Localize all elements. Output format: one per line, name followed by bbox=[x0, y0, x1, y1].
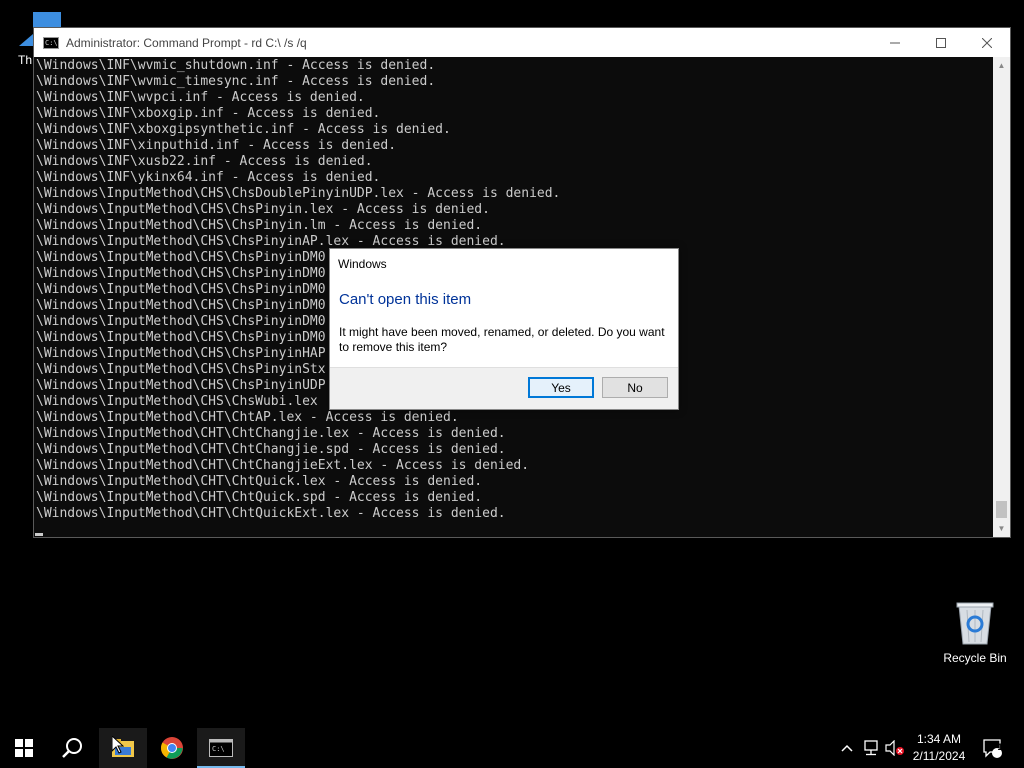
console-line: \Windows\INF\ykinx64.inf - Access is den… bbox=[36, 170, 381, 185]
recycle-bin-desktop-icon[interactable]: Recycle Bin bbox=[938, 600, 1012, 665]
recycle-bin-icon bbox=[956, 602, 994, 645]
close-icon bbox=[982, 37, 992, 48]
volume-button[interactable] bbox=[884, 728, 906, 768]
console-line: \Windows\InputMethod\CHS\ChsPinyin.lex -… bbox=[36, 202, 490, 217]
console-line: \Windows\InputMethod\CHT\ChtChangjie.spd… bbox=[36, 442, 506, 457]
console-line: \Windows\InputMethod\CHS\ChsDoublePinyin… bbox=[36, 186, 561, 201]
command-prompt-taskbar-button[interactable]: C:\ bbox=[197, 728, 245, 768]
clock-time: 1:34 AM bbox=[916, 732, 962, 746]
network-icon bbox=[864, 740, 878, 756]
cant-open-dialog[interactable]: Windows Can't open this item It might ha… bbox=[329, 248, 679, 410]
network-button[interactable] bbox=[860, 728, 882, 768]
scrollbar-thumb[interactable] bbox=[996, 501, 1007, 518]
scroll-down-arrow-icon[interactable]: ▼ bbox=[993, 520, 1010, 537]
vertical-scrollbar[interactable]: ▲ ▼ bbox=[993, 57, 1010, 537]
console-line: \Windows\InputMethod\CHT\ChtQuick.spd - … bbox=[36, 490, 483, 505]
recycle-bin-label: Recycle Bin bbox=[943, 651, 1007, 665]
dialog-title: Windows bbox=[338, 257, 387, 271]
yes-button[interactable]: Yes bbox=[528, 377, 594, 398]
dialog-message: It might have been moved, renamed, or de… bbox=[339, 325, 665, 354]
console-line: \Windows\INF\wvpci.inf - Access is denie… bbox=[36, 90, 365, 105]
command-prompt-icon: C:\ bbox=[209, 739, 233, 757]
svg-text:C:\: C:\ bbox=[212, 745, 225, 753]
window-titlebar[interactable]: C:\ Administrator: Command Prompt - rd C… bbox=[34, 28, 1010, 57]
console-line: \Windows\INF\xboxgip.inf - Access is den… bbox=[36, 106, 381, 121]
notification-count: 1 bbox=[997, 742, 1003, 752]
mouse-cursor-icon bbox=[112, 736, 124, 754]
maximize-icon bbox=[936, 37, 946, 48]
console-line: \Windows\InputMethod\CHT\ChtChangjie.lex… bbox=[36, 426, 506, 441]
taskbar: C:\ 1:34 AM 2/11/2024 1 bbox=[0, 728, 1024, 768]
start-button[interactable] bbox=[0, 728, 48, 768]
search-button[interactable] bbox=[48, 728, 96, 768]
chrome-taskbar-button[interactable] bbox=[148, 728, 196, 768]
scroll-up-arrow-icon[interactable]: ▲ bbox=[993, 57, 1010, 74]
console-line: \Windows\InputMethod\CHT\ChtQuick.lex - … bbox=[36, 474, 483, 489]
show-hidden-icons-button[interactable] bbox=[838, 728, 856, 768]
maximize-button[interactable] bbox=[918, 28, 964, 57]
clock[interactable]: 1:34 AM 2/11/2024 bbox=[904, 731, 974, 765]
command-prompt-icon: C:\ bbox=[43, 36, 59, 49]
console-line: \Windows\INF\wvmic_shutdown.inf - Access… bbox=[36, 58, 436, 73]
dialog-footer: Yes No bbox=[330, 367, 678, 409]
minimize-button[interactable] bbox=[872, 28, 918, 57]
console-cursor bbox=[35, 533, 43, 536]
no-button[interactable]: No bbox=[602, 377, 668, 398]
console-line: \Windows\InputMethod\CHT\ChtChangjieExt.… bbox=[36, 458, 530, 473]
chevron-up-icon bbox=[841, 744, 853, 752]
console-line: \Windows\InputMethod\CHT\ChtAP.lex - Acc… bbox=[36, 410, 459, 425]
console-line: \Windows\InputMethod\CHS\ChsPinyin.lm - … bbox=[36, 218, 483, 233]
console-line: \Windows\INF\xinputhid.inf - Access is d… bbox=[36, 138, 397, 153]
dialog-heading: Can't open this item bbox=[339, 291, 472, 308]
action-center-button[interactable]: 1 bbox=[980, 728, 1004, 768]
console-line: \Windows\InputMethod\CHT\ChtQuickExt.lex… bbox=[36, 506, 506, 521]
windows-logo-icon bbox=[15, 739, 33, 757]
console-line: \Windows\INF\wvmic_timesync.inf - Access… bbox=[36, 74, 436, 89]
console-line: \Windows\INF\xboxgipsynthetic.inf - Acce… bbox=[36, 122, 451, 137]
close-button[interactable] bbox=[964, 28, 1010, 57]
search-icon bbox=[62, 738, 82, 758]
minimize-icon bbox=[890, 42, 900, 43]
volume-muted-icon bbox=[885, 740, 904, 756]
file-explorer-taskbar-button[interactable] bbox=[99, 728, 147, 768]
console-line: \Windows\INF\xusb22.inf - Access is deni… bbox=[36, 154, 373, 169]
clock-date: 2/11/2024 bbox=[912, 749, 966, 763]
window-title: Administrator: Command Prompt - rd C:\ /… bbox=[66, 35, 307, 50]
chrome-icon bbox=[161, 737, 183, 759]
